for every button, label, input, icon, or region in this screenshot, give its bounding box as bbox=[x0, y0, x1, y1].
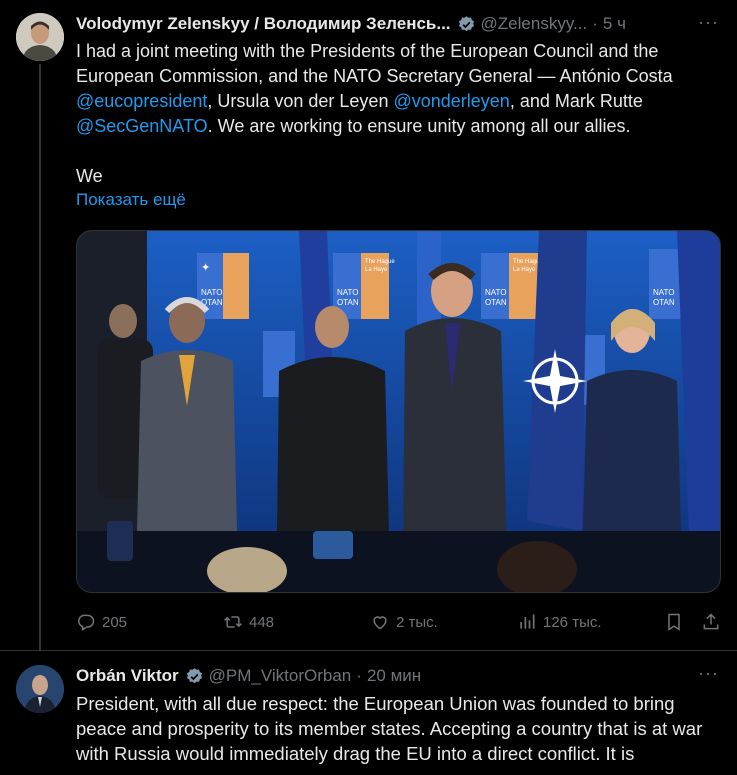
text-segment: . We are working to ensure unity among a… bbox=[207, 116, 631, 136]
tweet-time[interactable]: 20 мин bbox=[367, 666, 421, 686]
author-name[interactable]: Orbán Viktor bbox=[76, 666, 179, 686]
tweet-header: Volodymyr Zelenskyy / Володимир Зеленсь.… bbox=[76, 13, 727, 35]
reply-count: 205 bbox=[102, 613, 128, 631]
author-handle[interactable]: @PM_ViktorOrban bbox=[209, 666, 352, 686]
avatar-portrait-image bbox=[16, 13, 64, 61]
separator-dot: · bbox=[356, 666, 362, 685]
tweet-header: Orbán Viktor @PM_ViktorOrban · 20 мин bbox=[76, 665, 727, 687]
more-icon[interactable]: ··· bbox=[698, 664, 719, 682]
bookmark-icon bbox=[668, 613, 680, 631]
sign-label: NATO bbox=[201, 288, 222, 297]
author-handle[interactable]: @Zelenskyy... bbox=[481, 14, 588, 34]
mention-link[interactable]: @vonderleyen bbox=[393, 91, 509, 111]
author-name[interactable]: Volodymyr Zelenskyy / Володимир Зеленсь.… bbox=[76, 14, 451, 34]
more-icon[interactable]: ··· bbox=[698, 13, 719, 31]
mention-link[interactable]: @SecGenNATO bbox=[76, 116, 208, 136]
verified-badge-icon[interactable] bbox=[185, 667, 204, 686]
sign-label: NATO bbox=[485, 288, 506, 297]
press-conference-image: ✦ NATO OTAN NATO OTAN The Hague La Haye … bbox=[77, 231, 720, 592]
text-segment: , and Mark Rutte bbox=[509, 91, 643, 111]
like-button[interactable]: 2 тыс. bbox=[370, 612, 438, 632]
thread-connector-line bbox=[39, 64, 41, 654]
sign-label: NATO bbox=[653, 288, 674, 297]
sign-label: NATO bbox=[337, 288, 358, 297]
tweet-orban[interactable]: Orbán Viktor @PM_ViktorOrban · 20 мин ··… bbox=[0, 650, 737, 775]
share-icon bbox=[703, 613, 719, 630]
svg-text:✦: ✦ bbox=[201, 262, 210, 274]
sign-label: The Hague bbox=[365, 259, 395, 265]
reply-icon bbox=[78, 614, 95, 631]
views-icon bbox=[520, 614, 535, 629]
tweet-time[interactable]: 5 ч bbox=[603, 14, 626, 34]
show-more-link[interactable]: Показать ещё bbox=[76, 190, 186, 210]
action-bar: 205 448 2 тыс. 126 тыс. bbox=[76, 612, 721, 634]
tweet-photo[interactable]: ✦ NATO OTAN NATO OTAN The Hague La Haye … bbox=[76, 230, 721, 593]
text-continuation: We bbox=[76, 166, 103, 186]
share-button[interactable] bbox=[701, 612, 727, 632]
sign-label: La Haye bbox=[365, 267, 388, 273]
sign-label: OTAN bbox=[485, 298, 507, 307]
repost-count: 448 bbox=[249, 613, 275, 631]
tweet-text: I had a joint meeting with the President… bbox=[76, 39, 717, 189]
tweet-text: President, with all due respect: the Eur… bbox=[76, 693, 703, 764]
views-count: 126 тыс. bbox=[543, 613, 602, 631]
mention-link[interactable]: @eucopresident bbox=[76, 91, 207, 111]
repost-icon bbox=[224, 616, 242, 628]
separator-dot: · bbox=[592, 14, 598, 33]
repost-button[interactable]: 448 bbox=[223, 612, 274, 632]
reply-button[interactable]: 205 bbox=[76, 612, 127, 632]
avatar-portrait-image bbox=[16, 665, 64, 713]
bookmark-button[interactable] bbox=[664, 612, 690, 632]
text-segment: , Ursula von der Leyen bbox=[207, 91, 394, 111]
views-button[interactable]: 126 тыс. bbox=[517, 612, 602, 632]
tweet-zelenskyy[interactable]: Volodymyr Zelenskyy / Володимир Зеленсь.… bbox=[0, 0, 737, 654]
text-segment: I had a joint meeting with the President… bbox=[76, 41, 673, 86]
sign-label: OTAN bbox=[653, 298, 675, 307]
verified-badge-icon[interactable] bbox=[457, 15, 476, 34]
avatar[interactable] bbox=[16, 665, 64, 713]
sign-label: La Haye bbox=[513, 267, 536, 273]
avatar[interactable] bbox=[16, 13, 64, 61]
like-count: 2 тыс. bbox=[396, 613, 438, 631]
sign-label: OTAN bbox=[337, 298, 359, 307]
like-icon bbox=[373, 616, 387, 630]
